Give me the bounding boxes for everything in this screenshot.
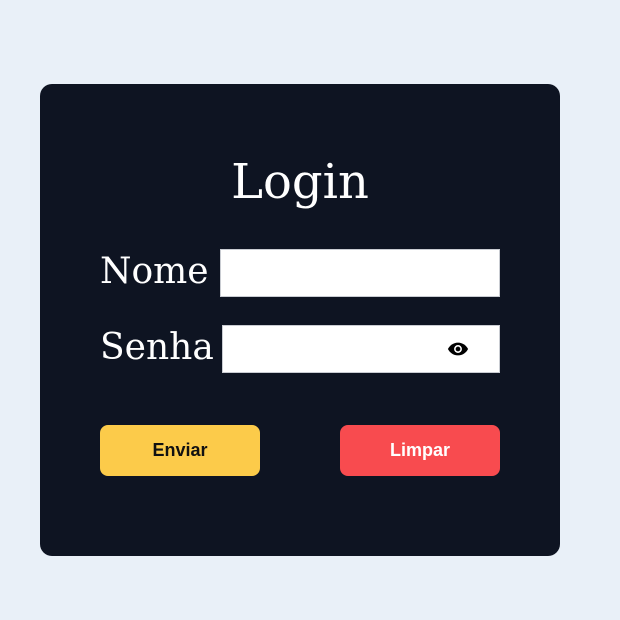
name-label: Nome — [100, 251, 209, 292]
password-field — [222, 325, 500, 373]
eye-icon[interactable] — [447, 338, 469, 360]
submit-button[interactable]: Enviar — [100, 425, 260, 476]
password-label: Senha — [100, 327, 214, 368]
clear-button[interactable]: Limpar — [340, 425, 500, 476]
name-input[interactable] — [220, 249, 500, 297]
password-input[interactable] — [223, 326, 433, 372]
page-title: Login — [231, 154, 369, 210]
